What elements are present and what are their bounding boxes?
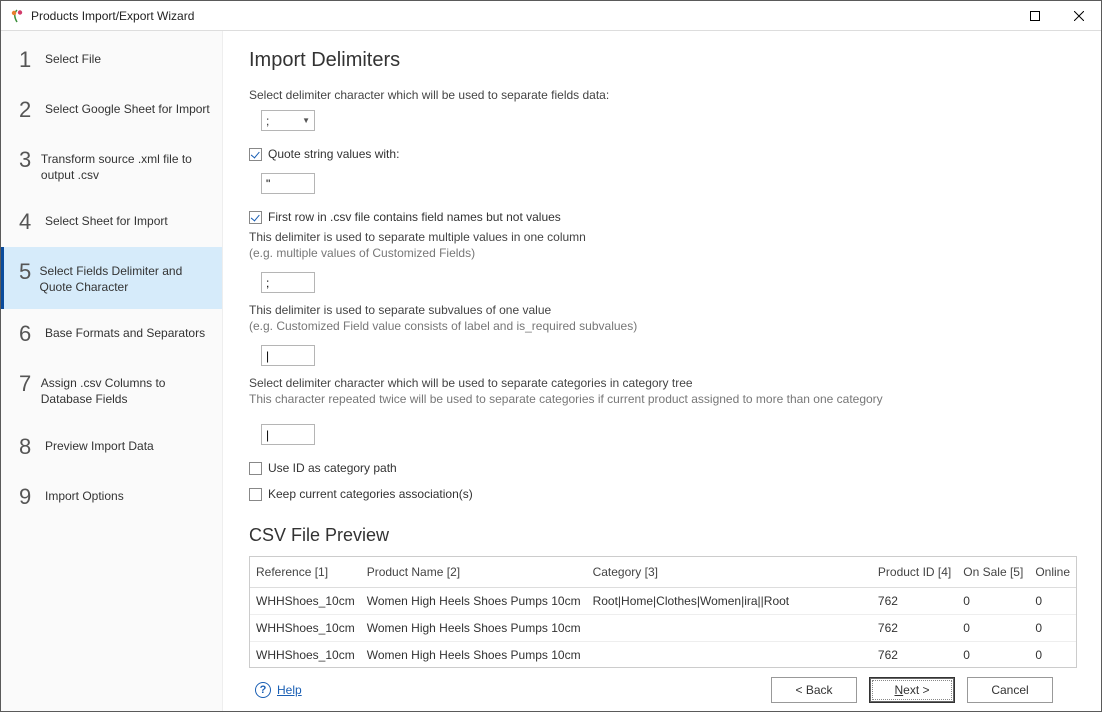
- table-row[interactable]: WHHShoes_10cm Women High Heels Shoes Pum…: [250, 642, 1076, 669]
- col-online[interactable]: Online: [1029, 557, 1076, 588]
- col-reference[interactable]: Reference [1]: [250, 557, 361, 588]
- first-row-checkbox[interactable]: [249, 211, 262, 224]
- step-7[interactable]: 7 Assign .csv Columns to Database Fields: [1, 359, 222, 421]
- col-product-id[interactable]: Product ID [4]: [872, 557, 957, 588]
- cell: Women High Heels Shoes Pumps 10cm: [361, 642, 587, 669]
- help-label: Help: [277, 683, 302, 697]
- footer: ? Help < Back Next > Cancel: [249, 668, 1077, 711]
- step-6[interactable]: 6 Base Formats and Separators: [1, 309, 222, 359]
- use-id-checkbox[interactable]: [249, 462, 262, 475]
- label-subvalue-delimiter: This delimiter is used to separate subva…: [249, 303, 1077, 317]
- col-on-sale[interactable]: On Sale [5]: [957, 557, 1029, 588]
- step-number: 7: [19, 373, 35, 395]
- cell: 0: [957, 642, 1029, 669]
- help-link[interactable]: ? Help: [255, 682, 302, 698]
- field-delimiter-value: ;: [266, 114, 302, 128]
- cell: 0: [1029, 642, 1076, 669]
- help-icon: ?: [255, 682, 271, 698]
- cell: Women High Heels Shoes Pumps 10cm: [361, 615, 587, 642]
- step-1[interactable]: 1 Select File: [1, 35, 222, 85]
- cell: WHHShoes_10cm: [250, 642, 361, 669]
- step-number: 2: [19, 99, 39, 121]
- cell: 762: [872, 588, 957, 615]
- label-field-delimiter: Select delimiter character which will be…: [249, 88, 1077, 102]
- maximize-button[interactable]: [1013, 1, 1057, 31]
- cell: 762: [872, 615, 957, 642]
- first-row-label: First row in .csv file contains field na…: [268, 210, 561, 224]
- keep-categories-label: Keep current categories association(s): [268, 487, 473, 501]
- csv-preview-table: Reference [1] Product Name [2] Category …: [249, 556, 1077, 668]
- cell: 0: [957, 588, 1029, 615]
- multi-delimiter-input[interactable]: [261, 272, 315, 293]
- cancel-label: Cancel: [991, 683, 1028, 697]
- cell: 0: [1029, 588, 1076, 615]
- quote-label: Quote string values with:: [268, 147, 399, 161]
- step-number: 4: [19, 211, 39, 233]
- table-row[interactable]: WHHShoes_10cm Women High Heels Shoes Pum…: [250, 615, 1076, 642]
- quote-char-input[interactable]: [261, 173, 315, 194]
- field-delimiter-select[interactable]: ; ▼: [261, 110, 315, 131]
- step-label: Select File: [39, 49, 101, 68]
- step-4[interactable]: 4 Select Sheet for Import: [1, 197, 222, 247]
- cell: 0: [957, 615, 1029, 642]
- step-label: Select Sheet for Import: [39, 211, 168, 230]
- page-title: Import Delimiters: [249, 49, 1077, 72]
- next-label: Next >: [894, 683, 929, 697]
- category-delimiter-input[interactable]: [261, 424, 315, 445]
- subvalue-delimiter-input[interactable]: [261, 345, 315, 366]
- step-3[interactable]: 3 Transform source .xml file to output .…: [1, 135, 222, 197]
- preview-title: CSV File Preview: [249, 525, 1077, 546]
- step-label: Preview Import Data: [39, 436, 154, 455]
- label-category-delimiter: Select delimiter character which will be…: [249, 376, 1077, 390]
- back-label: < Back: [795, 683, 832, 697]
- step-9[interactable]: 9 Import Options: [1, 472, 222, 522]
- cell: WHHShoes_10cm: [250, 615, 361, 642]
- step-number: 1: [19, 49, 39, 71]
- cell: WHHShoes_10cm: [250, 588, 361, 615]
- table-header-row: Reference [1] Product Name [2] Category …: [250, 557, 1076, 588]
- wizard-window: Products Import/Export Wizard 1 Select F…: [0, 0, 1102, 712]
- quote-checkbox[interactable]: [249, 148, 262, 161]
- cell: Root|Home|Clothes|Women|ira||Root: [587, 588, 872, 615]
- step-number: 9: [19, 486, 39, 508]
- use-id-label: Use ID as category path: [268, 461, 397, 475]
- step-5[interactable]: 5 Select Fields Delimiter and Quote Char…: [1, 247, 222, 309]
- cell: [587, 615, 872, 642]
- keep-categories-checkbox[interactable]: [249, 488, 262, 501]
- cell: [587, 642, 872, 669]
- chevron-down-icon: ▼: [302, 116, 310, 125]
- step-label: Select Fields Delimiter and Quote Charac…: [34, 261, 210, 295]
- back-button[interactable]: < Back: [771, 677, 857, 703]
- label-subvalue-delimiter-sub: (e.g. Customized Field value consists of…: [249, 319, 1077, 333]
- step-2[interactable]: 2 Select Google Sheet for Import: [1, 85, 222, 135]
- step-label: Select Google Sheet for Import: [39, 99, 210, 118]
- cell: 762: [872, 642, 957, 669]
- label-category-delimiter-sub: This character repeated twice will be us…: [249, 392, 1077, 406]
- next-button[interactable]: Next >: [869, 677, 955, 703]
- step-8[interactable]: 8 Preview Import Data: [1, 422, 222, 472]
- cell: Women High Heels Shoes Pumps 10cm: [361, 588, 587, 615]
- col-product-name[interactable]: Product Name [2]: [361, 557, 587, 588]
- step-number: 6: [19, 323, 39, 345]
- main-panel: Import Delimiters Select delimiter chara…: [223, 31, 1101, 711]
- cell: 0: [1029, 615, 1076, 642]
- label-multi-delimiter: This delimiter is used to separate multi…: [249, 230, 1077, 244]
- table-row[interactable]: WHHShoes_10cm Women High Heels Shoes Pum…: [250, 588, 1076, 615]
- body: 1 Select File 2 Select Google Sheet for …: [1, 31, 1101, 711]
- app-logo-icon: [9, 8, 25, 24]
- window-title: Products Import/Export Wizard: [31, 9, 1013, 23]
- step-label: Import Options: [39, 486, 124, 505]
- step-number: 8: [19, 436, 39, 458]
- wizard-sidebar: 1 Select File 2 Select Google Sheet for …: [1, 31, 223, 711]
- cancel-button[interactable]: Cancel: [967, 677, 1053, 703]
- step-label: Transform source .xml file to output .cs…: [35, 149, 210, 183]
- titlebar: Products Import/Export Wizard: [1, 1, 1101, 31]
- step-label: Assign .csv Columns to Database Fields: [35, 373, 210, 407]
- close-button[interactable]: [1057, 1, 1101, 31]
- step-number: 5: [19, 261, 34, 283]
- step-label: Base Formats and Separators: [39, 323, 205, 342]
- step-number: 3: [19, 149, 35, 171]
- col-category[interactable]: Category [3]: [587, 557, 872, 588]
- label-multi-delimiter-sub: (e.g. multiple values of Customized Fiel…: [249, 246, 1077, 260]
